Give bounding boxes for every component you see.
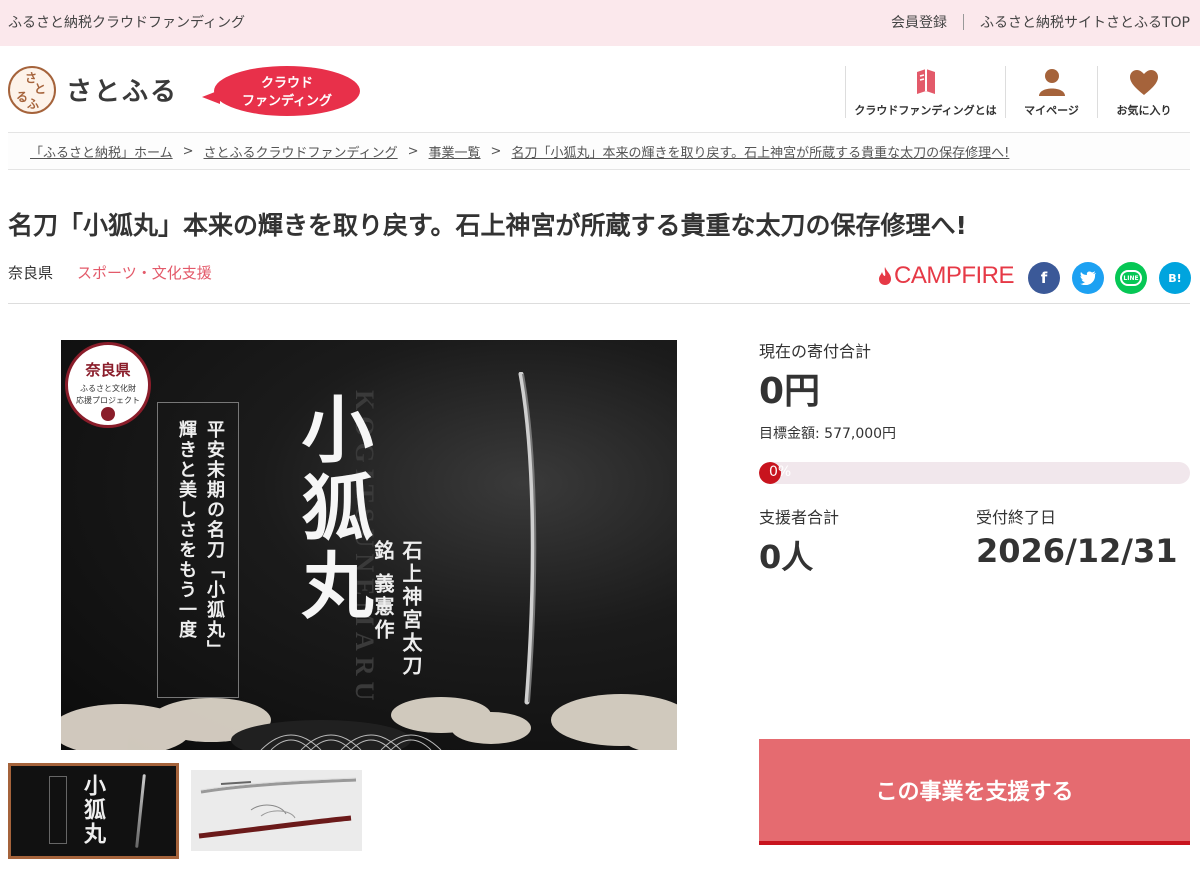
goal-amount: 目標金額: 577,000円 bbox=[759, 426, 897, 442]
nav-label: マイページ bbox=[1024, 104, 1079, 117]
nav-favorites[interactable]: お気に入り bbox=[1098, 66, 1190, 118]
category-link[interactable]: スポーツ・文化支援 bbox=[77, 262, 212, 283]
progress-percent: 0% bbox=[769, 464, 792, 480]
line-label: LINE bbox=[1123, 274, 1139, 282]
deadline-label: 受付終了日 bbox=[976, 508, 1057, 527]
plum-icon bbox=[101, 407, 115, 421]
breadcrumb-projects[interactable]: 事業一覧 bbox=[429, 142, 481, 161]
site-top-link[interactable]: ふるさと納税サイトさとふるTOP bbox=[980, 12, 1190, 32]
stamp-line2: 応援プロジェクト bbox=[76, 396, 140, 405]
supporters-value: 0人 bbox=[759, 538, 814, 576]
thumb-frame bbox=[49, 776, 67, 844]
hero-subtitle1: 平安末期の名刀「小狐丸」 bbox=[204, 420, 225, 660]
crowdfunding-badge[interactable]: クラウド ファンディング bbox=[200, 66, 360, 116]
prefecture-label: 奈良県 bbox=[8, 264, 54, 282]
facebook-icon: f bbox=[1040, 269, 1048, 287]
user-icon bbox=[1038, 69, 1065, 96]
seal-char: と bbox=[34, 82, 47, 96]
total-value: 0円 bbox=[759, 371, 821, 412]
header-nav: クラウドファンディングとは マイページ お気に入り bbox=[845, 66, 1190, 118]
site-header: さ と る ふ さとふる クラウド ファンディング クラウドファンディングとは … bbox=[0, 46, 1200, 132]
top-links: 会員登録 ふるさと納税サイトさとふるTOP bbox=[891, 12, 1190, 32]
logo-text[interactable]: さとふる bbox=[66, 71, 178, 108]
wave-pattern bbox=[61, 694, 677, 750]
thumb-title: 小狐丸 bbox=[80, 774, 106, 846]
line-icon: LINE bbox=[1120, 270, 1142, 286]
hero-subtitle2: 輝きと美しさをもう一度 bbox=[176, 420, 197, 640]
heart-icon bbox=[1130, 70, 1158, 95]
breadcrumb: 「ふるさと納税」ホーム > さとふるクラウドファンディング > 事業一覧 > 名… bbox=[8, 132, 1190, 170]
top-bar: ふるさと納税クラウドファンディング 会員登録 ふるさと納税サイトさとふるTOP bbox=[0, 0, 1200, 46]
book-icon bbox=[916, 69, 935, 94]
hero-line-tachi: 石上神宮太刀 bbox=[399, 540, 423, 678]
breadcrumb-separator: > bbox=[490, 143, 502, 159]
line-share-button[interactable]: LINE bbox=[1115, 262, 1147, 294]
thumbnail-2[interactable] bbox=[191, 770, 362, 851]
divider bbox=[8, 303, 1190, 304]
breadcrumb-crowdfunding[interactable]: さとふるクラウドファンディング bbox=[204, 142, 398, 161]
project-meta: 奈良県 スポーツ・文化支援 bbox=[8, 262, 212, 283]
supporters-label: 支援者合計 bbox=[759, 508, 840, 527]
hero-line-mei: 銘 義憲作 bbox=[371, 540, 395, 642]
nav-mypage[interactable]: マイページ bbox=[1006, 66, 1098, 118]
campfire-text: CAMPFIRE bbox=[894, 262, 1015, 289]
hatena-icon: B! bbox=[1168, 271, 1182, 285]
support-button[interactable]: この事業を支援する bbox=[759, 739, 1190, 845]
nav-label: クラウドファンディングとは bbox=[854, 104, 997, 117]
divider bbox=[962, 14, 964, 30]
total-label: 現在の寄付合計 bbox=[759, 342, 872, 361]
breadcrumb-separator: > bbox=[407, 143, 419, 159]
twitter-icon bbox=[1080, 271, 1096, 285]
support-button-label: この事業を支援する bbox=[875, 780, 1074, 805]
breadcrumb-current[interactable]: 名刀「小狐丸」本来の輝きを取り戻す。石上神宮が所蔵する貴重な太刀の保存修理へ! bbox=[511, 142, 1009, 161]
site-name[interactable]: ふるさと納税クラウドファンディング bbox=[8, 12, 245, 32]
twitter-share-button[interactable]: t bbox=[1072, 262, 1104, 294]
register-link[interactable]: 会員登録 bbox=[891, 12, 947, 32]
hero-image[interactable]: 奈良県 ふるさと文化財 応援プロジェクト 平安末期の名刀「小狐丸」 輝きと美しさ… bbox=[61, 340, 677, 750]
sword-photo bbox=[191, 770, 362, 851]
stamp-line1: ふるさと文化財 bbox=[80, 384, 136, 393]
breadcrumb-separator: > bbox=[182, 143, 194, 159]
flame-icon bbox=[879, 267, 891, 285]
deadline-value: 2026/12/31 bbox=[976, 532, 1178, 570]
hatena-bookmark-button[interactable]: B! bbox=[1159, 262, 1191, 294]
facebook-share-button[interactable]: f bbox=[1028, 262, 1060, 294]
nav-about-crowdfunding[interactable]: クラウドファンディングとは bbox=[846, 66, 1006, 118]
campfire-logo[interactable]: CAMPFIRE bbox=[878, 262, 1015, 290]
thumbnail-1[interactable]: 小狐丸 bbox=[8, 763, 179, 859]
seal-char: ふ bbox=[27, 97, 40, 111]
page-title: 名刀「小狐丸」本来の輝きを取り戻す。石上神宮が所蔵する貴重な太刀の保存修理へ! bbox=[8, 211, 967, 240]
badge-line1: クラウド bbox=[260, 76, 313, 91]
nara-stamp: 奈良県 ふるさと文化財 応援プロジェクト bbox=[65, 342, 151, 428]
thumb-blade bbox=[135, 774, 146, 848]
logo-seal[interactable]: さ と る ふ bbox=[8, 66, 56, 114]
stamp-prefecture: 奈良県 bbox=[85, 361, 131, 379]
breadcrumb-home[interactable]: 「ふるさと納税」ホーム bbox=[30, 142, 173, 161]
badge-line2: ファンディング bbox=[241, 94, 333, 109]
nav-label: お気に入り bbox=[1116, 104, 1172, 117]
progress-bar: 0% bbox=[759, 462, 1190, 484]
